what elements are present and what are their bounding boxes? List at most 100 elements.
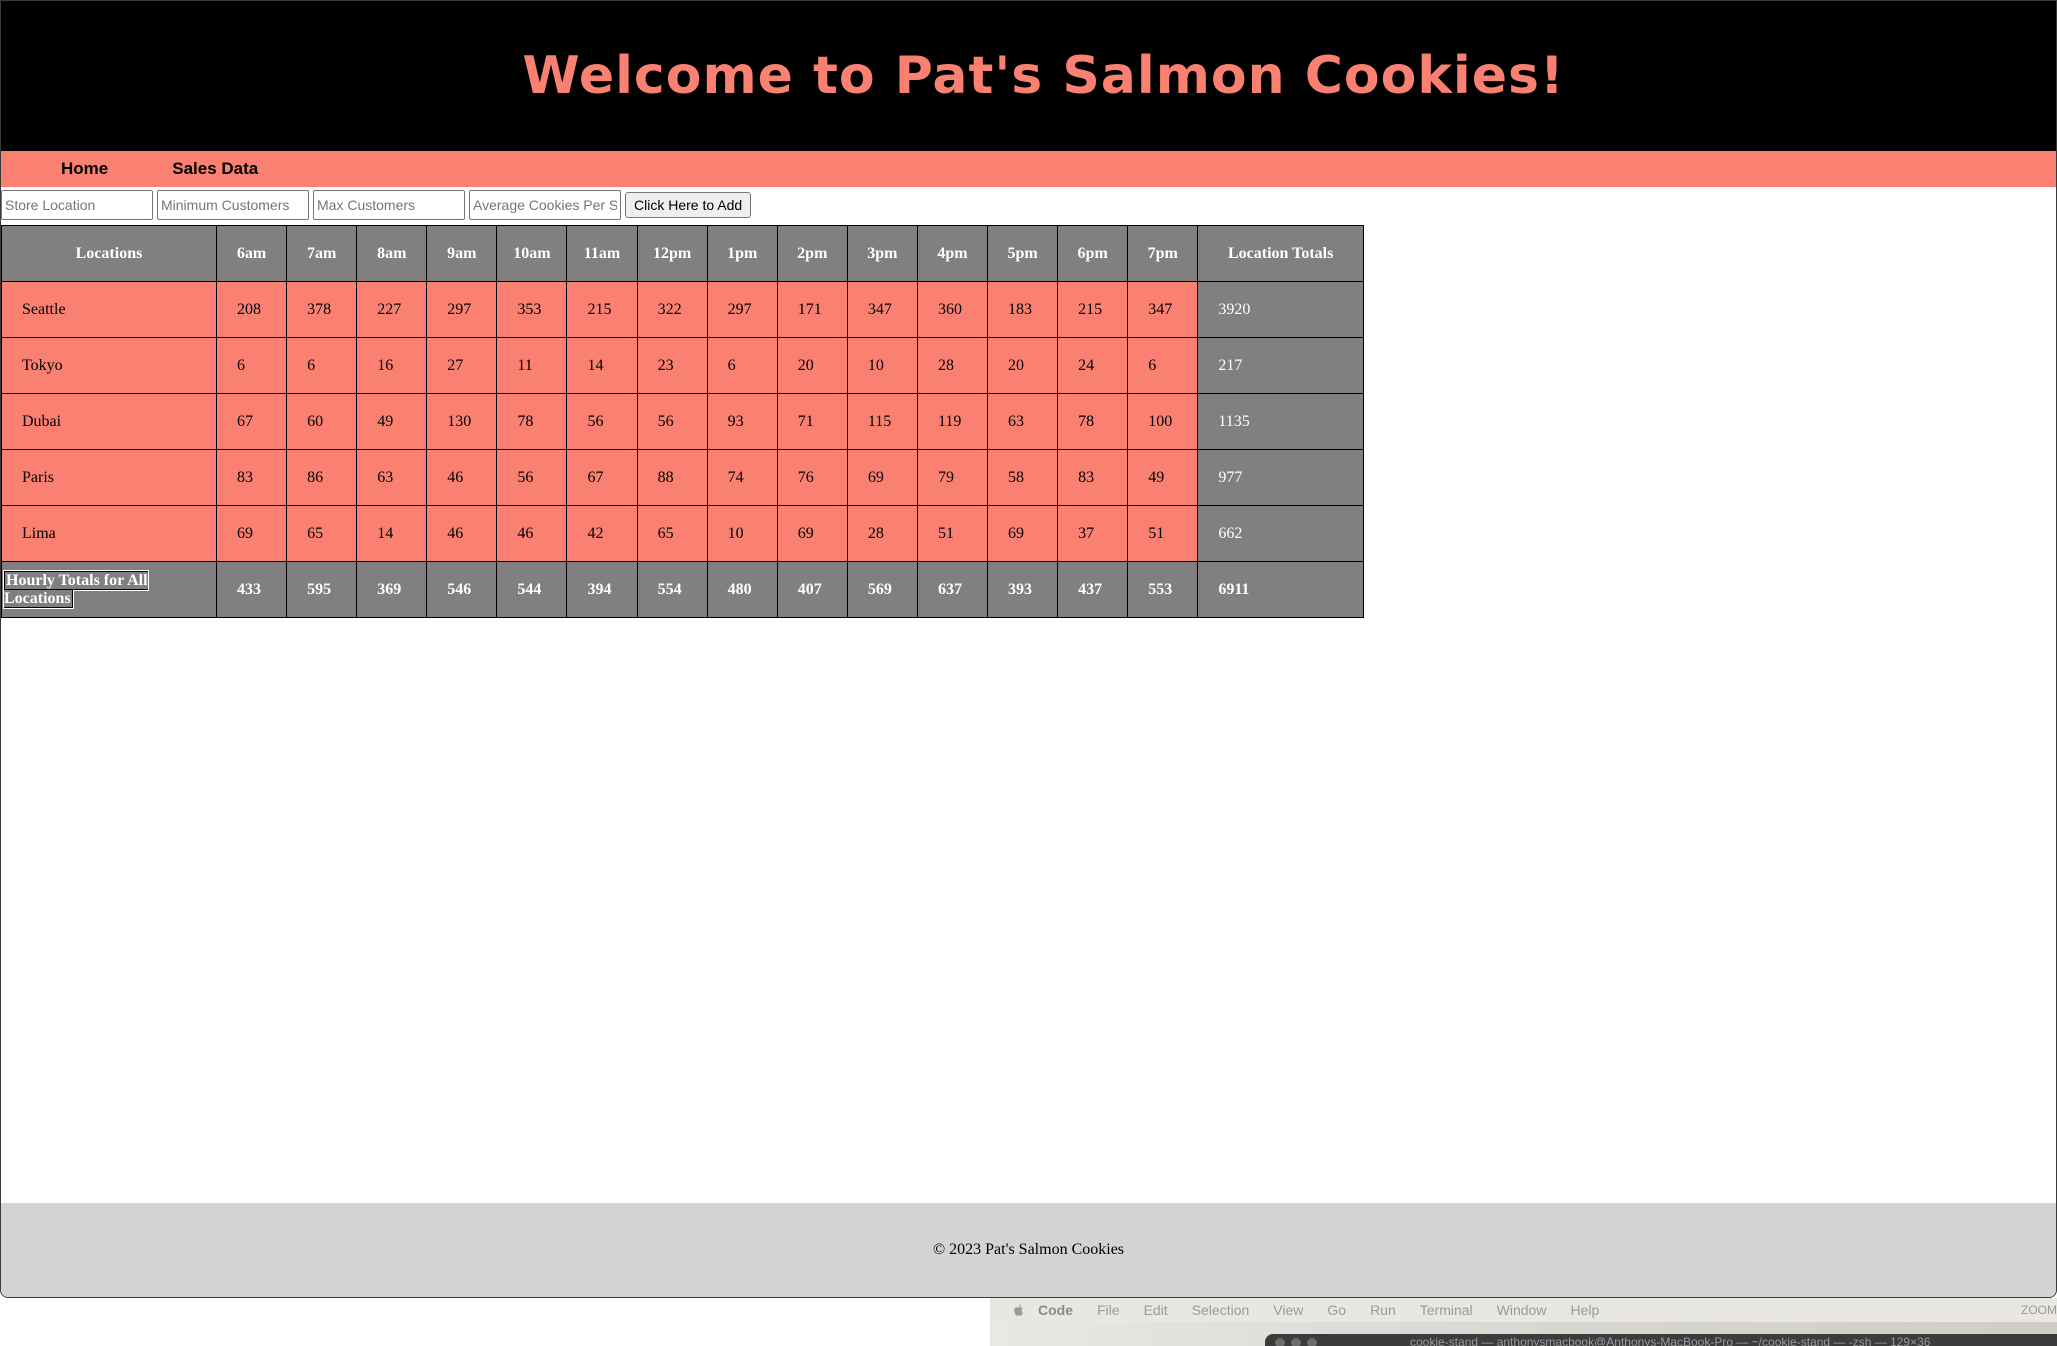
location-name-cell: Dubai: [1, 393, 217, 450]
hourly-sales-cell: 79: [916, 449, 989, 506]
hourly-total-cell: 437: [1057, 561, 1129, 618]
header-hour: 8am: [356, 225, 428, 282]
store-location-input[interactable]: [1, 189, 153, 220]
minimize-dot-icon[interactable]: [1291, 1338, 1301, 1346]
menubar-item-go[interactable]: Go: [1327, 1302, 1346, 1318]
hourly-sales-cell: 322: [636, 281, 708, 338]
hourly-sales-cell: 67: [215, 393, 288, 450]
hourly-total-cell: 553: [1127, 561, 1199, 618]
menubar-item-terminal[interactable]: Terminal: [1420, 1302, 1473, 1318]
hourly-sales-cell: 297: [706, 281, 778, 338]
header-hour: 7am: [286, 225, 358, 282]
hourly-sales-cell: 171: [776, 281, 848, 338]
hourly-sales-cell: 56: [636, 393, 708, 450]
hourly-sales-cell: 49: [1127, 449, 1199, 506]
hourly-sales-cell: 6: [286, 337, 358, 394]
hourly-sales-cell: 119: [916, 393, 989, 450]
header-hour: 7pm: [1127, 225, 1199, 282]
hourly-sales-cell: 76: [776, 449, 848, 506]
menubar-item-selection[interactable]: Selection: [1192, 1302, 1250, 1318]
hourly-total-cell: 546: [426, 561, 498, 618]
hourly-sales-cell: 65: [636, 505, 708, 562]
header-hour: 1pm: [706, 225, 778, 282]
hourly-sales-cell: 56: [566, 393, 638, 450]
macos-menubar: Code File Edit Selection View Go Run Ter…: [990, 1298, 2057, 1322]
hourly-total-cell: 595: [286, 561, 358, 618]
zoom-indicator[interactable]: ZOOM: [2021, 1303, 2057, 1317]
hourly-sales-cell: 67: [566, 449, 638, 506]
hourly-sales-cell: 78: [496, 393, 568, 450]
browser-viewport: Welcome to Pat's Salmon Cookies! Home Sa…: [0, 0, 2057, 1298]
hourly-sales-cell: 46: [426, 505, 498, 562]
window-controls: [1275, 1338, 1317, 1346]
table-header-row: Locations 6am 7am 8am 9am 10am 11am 12pm 1pm 2pm 3…: [1, 225, 1364, 282]
hourly-sales-cell: 27: [426, 337, 498, 394]
hourly-sales-cell: 46: [426, 449, 498, 506]
avg-cookies-input[interactable]: [469, 189, 621, 220]
terminal-window-titlebar[interactable]: cookie-stand — anthonysmacbook@Anthonys-…: [1265, 1334, 2057, 1346]
hourly-sales-cell: 14: [566, 337, 638, 394]
hourly-sales-cell: 14: [356, 505, 428, 562]
hourly-sales-cell: 28: [846, 505, 918, 562]
hourly-sales-cell: 69: [987, 505, 1059, 562]
header-hour: 6am: [215, 225, 288, 282]
close-dot-icon[interactable]: [1275, 1338, 1285, 1346]
hourly-sales-cell: 16: [356, 337, 428, 394]
hourly-total-cell: 569: [846, 561, 918, 618]
main-nav: Home Sales Data: [1, 151, 2056, 187]
location-total-cell: 662: [1197, 505, 1364, 562]
location-total-cell: 977: [1197, 449, 1364, 506]
add-store-button[interactable]: Click Here to Add: [625, 191, 752, 218]
max-customers-input[interactable]: [313, 189, 465, 220]
hourly-sales-cell: 63: [356, 449, 428, 506]
hourly-sales-cell: 20: [987, 337, 1059, 394]
hourly-total-cell: 433: [215, 561, 288, 618]
header-hour: 4pm: [916, 225, 989, 282]
hourly-sales-cell: 11: [496, 337, 568, 394]
menubar-item-run[interactable]: Run: [1370, 1302, 1396, 1318]
table-row: Lima 69 65 14 46 46 42 65 10 69 28 51 69 37 51 662: [1, 505, 1364, 562]
menubar-item-help[interactable]: Help: [1570, 1302, 1599, 1318]
hourly-sales-cell: 183: [987, 281, 1059, 338]
hourly-sales-cell: 208: [215, 281, 288, 338]
hourly-sales-cell: 347: [846, 281, 918, 338]
menubar-item-code[interactable]: Code: [1038, 1302, 1073, 1318]
header-hour: 11am: [566, 225, 638, 282]
menubar-item-edit[interactable]: Edit: [1144, 1302, 1168, 1318]
hourly-sales-cell: 20: [776, 337, 848, 394]
header-hour: 9am: [426, 225, 498, 282]
location-name-cell: Paris: [1, 449, 217, 506]
hourly-sales-cell: 353: [496, 281, 568, 338]
hourly-sales-cell: 58: [987, 449, 1059, 506]
hourly-total-cell: 637: [916, 561, 989, 618]
apple-icon[interactable]: [1012, 1303, 1026, 1317]
hourly-sales-cell: 51: [1127, 505, 1199, 562]
hourly-total-cell: 480: [706, 561, 778, 618]
menubar-item-file[interactable]: File: [1097, 1302, 1120, 1318]
nav-link-home[interactable]: Home: [61, 159, 108, 179]
hourly-sales-cell: 69: [776, 505, 848, 562]
menubar-item-view[interactable]: View: [1273, 1302, 1303, 1318]
copyright-text: © 2023 Pat's Salmon Cookies: [932, 1241, 1125, 1258]
hourly-sales-cell: 24: [1057, 337, 1129, 394]
hourly-sales-cell: 65: [286, 505, 358, 562]
table-row: Paris 83 86 63 46 56 67 88 74 76 69 79 58 83 49 977: [1, 449, 1364, 506]
hourly-sales-cell: 83: [1057, 449, 1129, 506]
page-title: Welcome to Pat's Salmon Cookies!: [522, 46, 1565, 106]
min-customers-input[interactable]: [157, 189, 309, 220]
hourly-sales-cell: 83: [215, 449, 288, 506]
menubar-item-window[interactable]: Window: [1497, 1302, 1547, 1318]
nav-link-sales-data[interactable]: Sales Data: [172, 159, 258, 179]
location-name-cell: Lima: [1, 505, 217, 562]
site-header: Welcome to Pat's Salmon Cookies!: [1, 1, 2056, 151]
grand-total-cell: 6911: [1197, 561, 1364, 618]
hourly-sales-cell: 227: [356, 281, 428, 338]
hourly-sales-cell: 88: [636, 449, 708, 506]
zoom-dot-icon[interactable]: [1307, 1338, 1317, 1346]
hourly-sales-cell: 10: [706, 505, 778, 562]
hourly-sales-cell: 56: [496, 449, 568, 506]
hourly-sales-cell: 360: [916, 281, 989, 338]
hourly-sales-cell: 69: [846, 449, 918, 506]
hourly-sales-cell: 297: [426, 281, 498, 338]
hourly-total-cell: 544: [496, 561, 568, 618]
